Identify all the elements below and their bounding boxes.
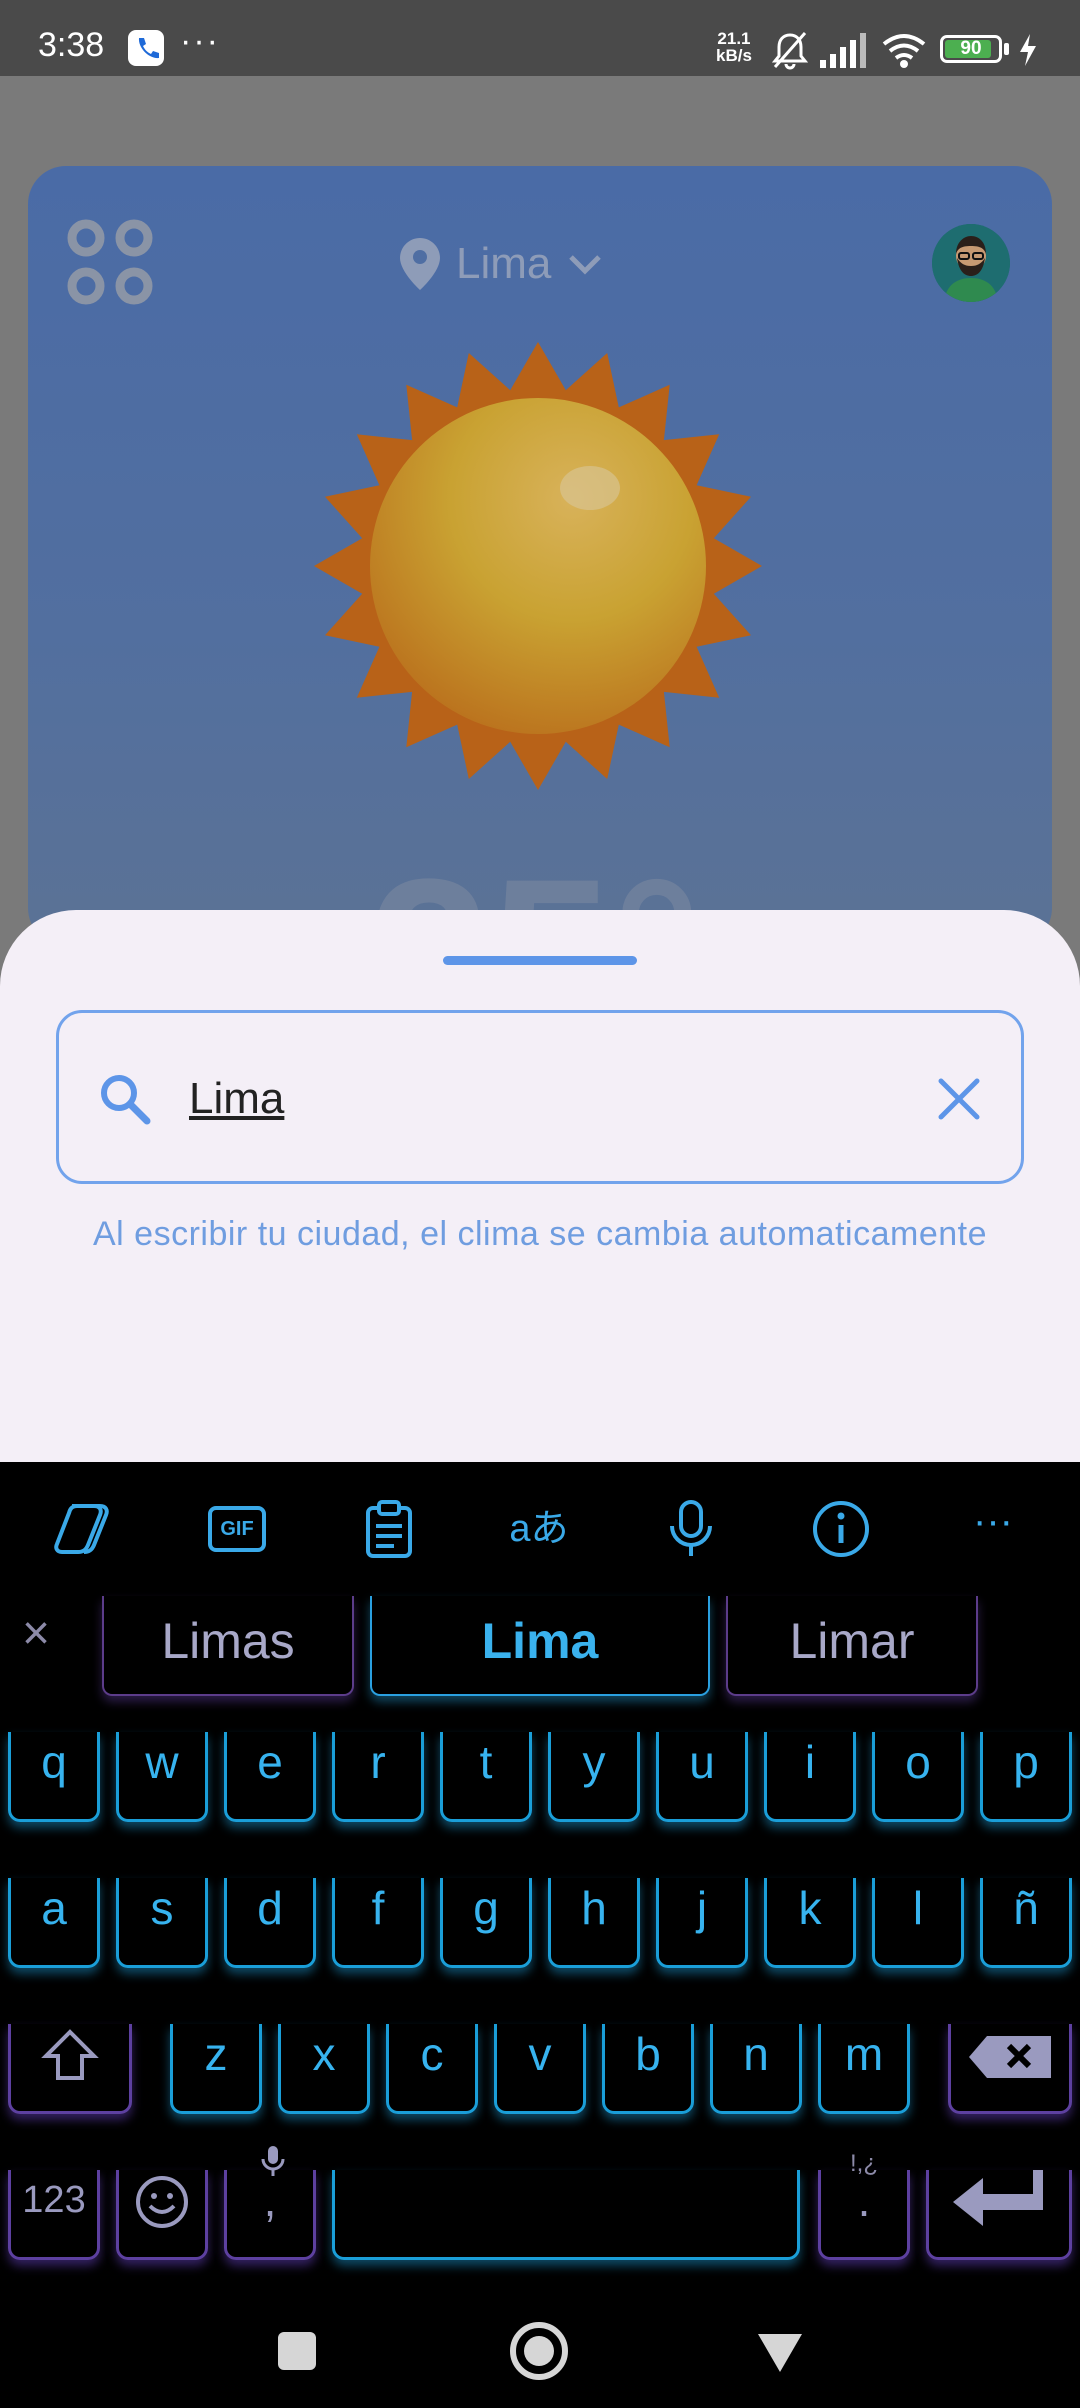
- key-n[interactable]: n: [710, 2024, 802, 2114]
- more-icon[interactable]: ···: [960, 1488, 1026, 1554]
- location-pin-icon: [400, 238, 440, 290]
- copilot-icon[interactable]: [52, 1496, 118, 1562]
- key-j[interactable]: j: [656, 1878, 748, 1968]
- suggestion-item[interactable]: Limas: [102, 1596, 354, 1696]
- enter-key[interactable]: [926, 2170, 1072, 2260]
- notification-more-icon: ···: [180, 22, 220, 60]
- home-icon[interactable]: [508, 2320, 570, 2382]
- sheet-drag-handle[interactable]: [443, 956, 637, 965]
- period-label: .: [857, 2174, 871, 2226]
- key-b[interactable]: b: [602, 2024, 694, 2114]
- mic-small-icon: [261, 2146, 285, 2176]
- navigation-bar: [0, 2296, 1080, 2408]
- key-g[interactable]: g: [440, 1878, 532, 1968]
- signal-icon: [820, 33, 866, 68]
- period-alt-label: !,¿: [850, 2150, 878, 2177]
- key-t[interactable]: t: [440, 1732, 532, 1822]
- key-l[interactable]: l: [872, 1878, 964, 1968]
- network-speed-value: 21.1: [717, 29, 751, 48]
- apps-menu-icon[interactable]: [62, 214, 162, 314]
- clipboard-icon[interactable]: [356, 1496, 422, 1562]
- phone-call-icon: [128, 30, 164, 66]
- wifi-icon: [882, 34, 926, 68]
- key-a[interactable]: a: [8, 1878, 100, 1968]
- silent-bell-icon: [771, 32, 809, 70]
- battery-icon: 90: [940, 35, 1002, 63]
- key-u[interactable]: u: [656, 1732, 748, 1822]
- key-o[interactable]: o: [872, 1732, 964, 1822]
- network-speed: 21.1 kB/s: [716, 30, 752, 64]
- keyboard: GIF aあ ··· × Limas Lima Limar qwertyuiop…: [0, 1462, 1080, 2296]
- key-s[interactable]: s: [116, 1878, 208, 1968]
- key-c[interactable]: c: [386, 2024, 478, 2114]
- key-e[interactable]: e: [224, 1732, 316, 1822]
- enter-icon: [953, 2170, 1043, 2226]
- search-input[interactable]: [189, 1059, 889, 1139]
- key-k[interactable]: k: [764, 1878, 856, 1968]
- search-field[interactable]: [56, 1010, 1024, 1184]
- key-ñ[interactable]: ñ: [980, 1878, 1072, 1968]
- key-d[interactable]: d: [224, 1878, 316, 1968]
- shift-icon: [41, 2029, 99, 2080]
- gif-label: GIF: [220, 1518, 254, 1540]
- battery-level: 90: [960, 38, 982, 59]
- back-icon[interactable]: [756, 2332, 804, 2376]
- clear-icon[interactable]: [929, 1069, 989, 1129]
- suggestion-item[interactable]: Limar: [726, 1596, 978, 1696]
- translate-icon[interactable]: aあ: [506, 1496, 572, 1562]
- info-icon[interactable]: [808, 1496, 874, 1562]
- backspace-icon: [969, 2036, 1051, 2078]
- period-key[interactable]: !,¿.: [818, 2152, 910, 2260]
- city-search-sheet: Al escribir tu ciudad, el clima se cambi…: [0, 910, 1080, 1470]
- battery-cap: [1004, 43, 1009, 55]
- location-name: Lima: [456, 239, 552, 288]
- status-bar: 3:38 ··· 21.1 kB/s 90: [0, 0, 1080, 76]
- backspace-key[interactable]: [948, 2024, 1072, 2114]
- location-selector[interactable]: Lima: [398, 232, 605, 296]
- key-w[interactable]: w: [116, 1732, 208, 1822]
- suggestion-strip: × Limas Lima Limar: [0, 1582, 1080, 1696]
- suggestion-item-primary[interactable]: Lima: [370, 1596, 710, 1696]
- key-x[interactable]: x: [278, 2024, 370, 2114]
- close-suggestions-icon[interactable]: ×: [14, 1610, 58, 1658]
- key-f[interactable]: f: [332, 1878, 424, 1968]
- keyboard-toolbar: GIF aあ ···: [0, 1462, 1080, 1582]
- recents-icon[interactable]: [276, 2330, 318, 2372]
- key-p[interactable]: p: [980, 1732, 1072, 1822]
- comma-key[interactable]: ,: [224, 2146, 316, 2260]
- key-h[interactable]: h: [548, 1878, 640, 1968]
- emoji-key[interactable]: [116, 2170, 208, 2260]
- numbers-key[interactable]: 123: [8, 2170, 100, 2260]
- key-y[interactable]: y: [548, 1732, 640, 1822]
- comma-label: ,: [263, 2174, 277, 2226]
- network-speed-unit: kB/s: [716, 46, 752, 65]
- mic-icon[interactable]: [658, 1496, 724, 1562]
- avatar[interactable]: [932, 224, 1010, 302]
- search-hint: Al escribir tu ciudad, el clima se cambi…: [93, 1215, 987, 1253]
- key-m[interactable]: m: [818, 2024, 910, 2114]
- key-v[interactable]: v: [494, 2024, 586, 2114]
- key-q[interactable]: q: [8, 1732, 100, 1822]
- gif-icon[interactable]: GIF: [204, 1496, 270, 1562]
- chevron-down-icon: [569, 255, 602, 275]
- key-z[interactable]: z: [170, 2024, 262, 2114]
- shift-key[interactable]: [8, 2024, 132, 2114]
- sun-weather-icon: [314, 342, 762, 790]
- space-key[interactable]: [332, 2170, 800, 2260]
- search-icon: [101, 1075, 151, 1125]
- weather-card: Lima 25°: [28, 166, 1052, 946]
- key-r[interactable]: r: [332, 1732, 424, 1822]
- charging-icon: [1020, 34, 1036, 66]
- key-i[interactable]: i: [764, 1732, 856, 1822]
- emoji-icon: [136, 2176, 188, 2228]
- status-time: 3:38: [38, 26, 105, 64]
